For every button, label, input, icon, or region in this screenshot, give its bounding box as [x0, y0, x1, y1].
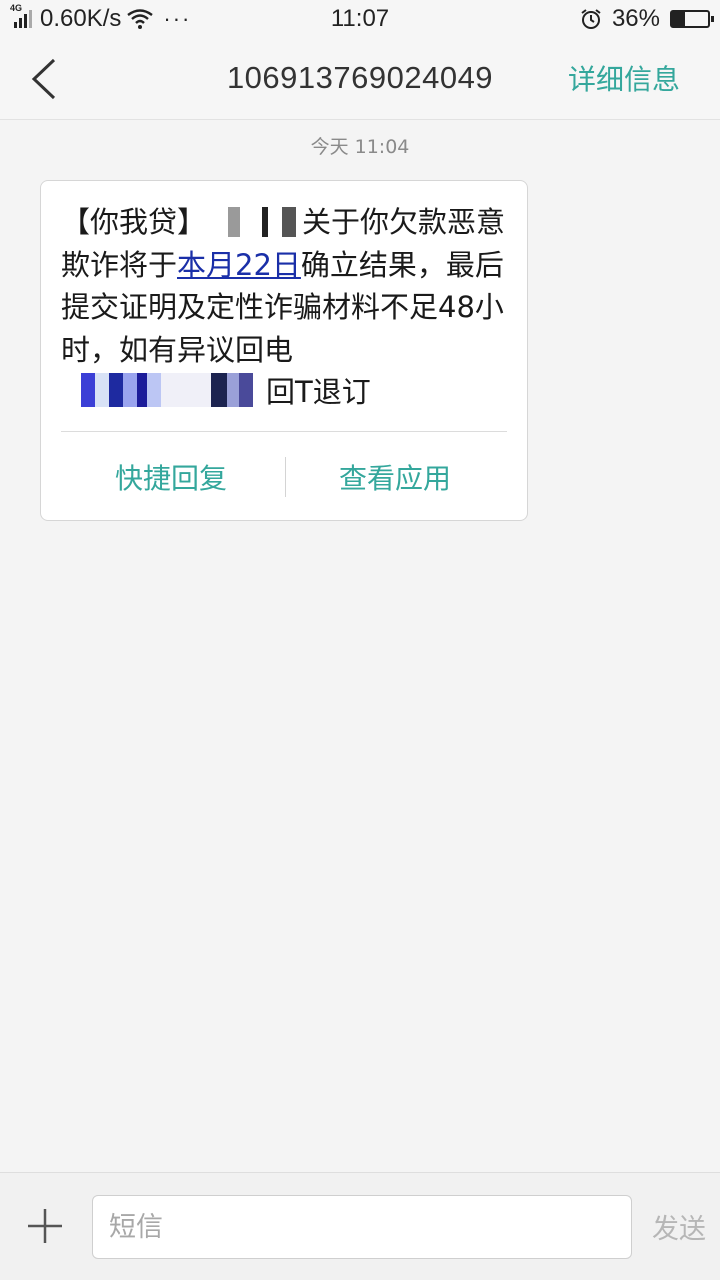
send-button[interactable]: 发送 [652, 1207, 706, 1246]
status-right: 36% [580, 5, 714, 33]
message-text: 【你我贷】 关于你欠款恶意欺诈将于本月22日确立结果，最后提交证明及定性诈骗材料不… [61, 201, 517, 414]
battery-icon [670, 10, 714, 28]
message-bubble[interactable]: 【你我贷】 关于你欠款恶意欺诈将于本月22日确立结果，最后提交证明及定性诈骗材料不… [40, 180, 528, 521]
battery-percent: 36% [611, 5, 660, 32]
date-link[interactable]: 本月22日 [177, 248, 301, 282]
redacted-block [206, 207, 303, 237]
sms-input[interactable] [92, 1195, 632, 1259]
view-app-button[interactable]: 查看应用 [285, 457, 505, 497]
message-part-sender: 【你我贷】 [61, 205, 207, 239]
conversation-header: 106913769024049 详细信息 [0, 38, 720, 120]
message-part-unsubscribe: 回T退订 [266, 375, 371, 409]
add-attachment-button[interactable] [26, 1207, 64, 1245]
redacted-phone-block [61, 373, 266, 407]
details-button[interactable]: 详细信息 [568, 58, 680, 98]
composer-bar: 发送 [0, 1172, 720, 1280]
alarm-icon [581, 9, 601, 29]
battery-fill [672, 12, 685, 26]
message-timestamp: 今天 11:04 [310, 136, 410, 158]
status-bar: 4G 0.60K/s ··· 11:07 36% [0, 0, 720, 38]
quick-reply-button[interactable]: 快捷回复 [61, 457, 281, 497]
bubble-divider [61, 431, 507, 432]
